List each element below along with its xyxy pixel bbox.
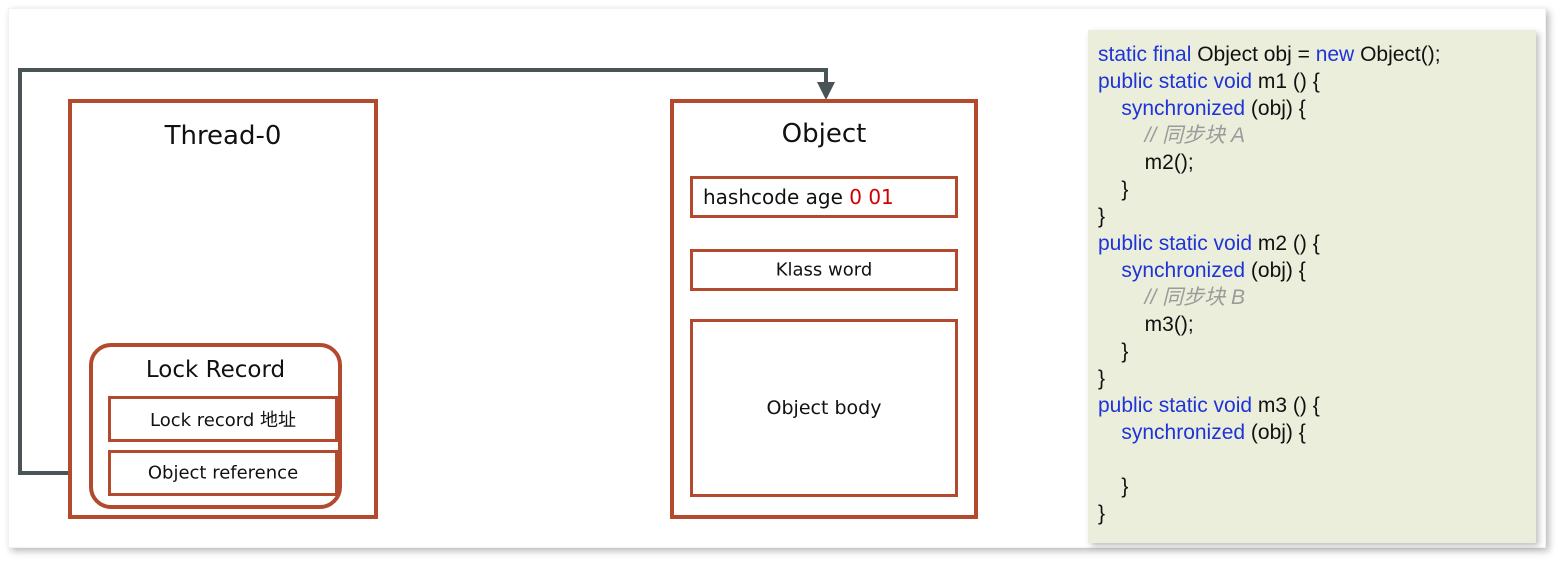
object-box-title: Object [781,119,867,149]
klass-word-label: Klass word [775,259,873,281]
code-keyword: synchronized [1121,259,1246,282]
code-text: Object obj = [1191,43,1316,66]
code-line: } [1098,473,1536,500]
code-text: (obj) { [1245,97,1306,120]
code-text: m3(); [1098,313,1194,336]
code-line: synchronized (obj) { [1098,95,1536,122]
code-keyword: synchronized [1121,97,1246,120]
code-line: // 同步块 B [1098,284,1536,311]
code-line: } [1098,365,1536,392]
code-line: synchronized (obj) { [1098,257,1536,284]
code-comment: // 同步块 A [1098,124,1246,147]
lock-record-address-label: Lock record 地址 [150,410,296,431]
code-comment: // 同步块 B [1098,286,1246,309]
code-panel: static final Object obj = new Object(); p… [1088,30,1536,543]
object-reference-label: Object reference [147,462,299,484]
code-text: } [1098,367,1106,390]
code-keyword: new [1315,43,1355,66]
code-listing: static final Object obj = new Object(); p… [1098,41,1536,527]
object-body-cell: Object body [690,319,958,497]
code-text: } [1098,178,1129,201]
code-text: } [1098,205,1106,228]
code-line: } [1098,500,1536,527]
code-text: (obj) { [1245,421,1306,444]
code-keyword: static final [1098,43,1192,66]
code-line: // 同步块 A [1098,122,1536,149]
code-line: } [1098,338,1536,365]
code-keyword: public static void [1098,70,1253,93]
klass-word-cell: Klass word [690,249,958,291]
code-text: (obj) { [1245,259,1306,282]
code-line: public static void m3 () { [1098,392,1536,419]
code-text: Object(); [1354,43,1441,66]
code-text: m2(); [1098,151,1194,174]
mark-word-label: hashcode age 0 01 [693,185,955,209]
mark-word-text: hashcode age [703,185,850,209]
code-text: m3 () { [1252,394,1320,417]
thread-box-title: Thread-0 [164,121,282,151]
mark-word-cell: hashcode age 0 01 [690,176,958,218]
code-line: public static void m2 () { [1098,230,1536,257]
code-line: } [1098,176,1536,203]
mark-word-bits: 0 01 [849,185,894,209]
code-line: public static void m1 () { [1098,68,1536,95]
code-line: m2(); [1098,149,1536,176]
code-line: synchronized (obj) { [1098,419,1536,446]
code-text: m1 () { [1252,70,1320,93]
code-text: } [1098,340,1129,363]
code-line: } [1098,203,1536,230]
code-keyword: synchronized [1121,421,1246,444]
code-line: static final Object obj = new Object(); [1098,41,1536,68]
lock-record-title: Lock Record [145,357,286,383]
object-body-label: Object body [766,397,882,419]
code-line: m3(); [1098,311,1536,338]
code-keyword: public static void [1098,394,1253,417]
lock-record-address-cell: Lock record 地址 [108,396,338,442]
object-reference-cell: Object reference [108,450,338,496]
diagram-page: Thread-0 Lock Record Lock record 地址 Obje… [0,0,1562,565]
code-text: } [1098,502,1106,525]
code-text: m2 () { [1252,232,1320,255]
code-text: } [1098,475,1129,498]
code-keyword: public static void [1098,232,1253,255]
